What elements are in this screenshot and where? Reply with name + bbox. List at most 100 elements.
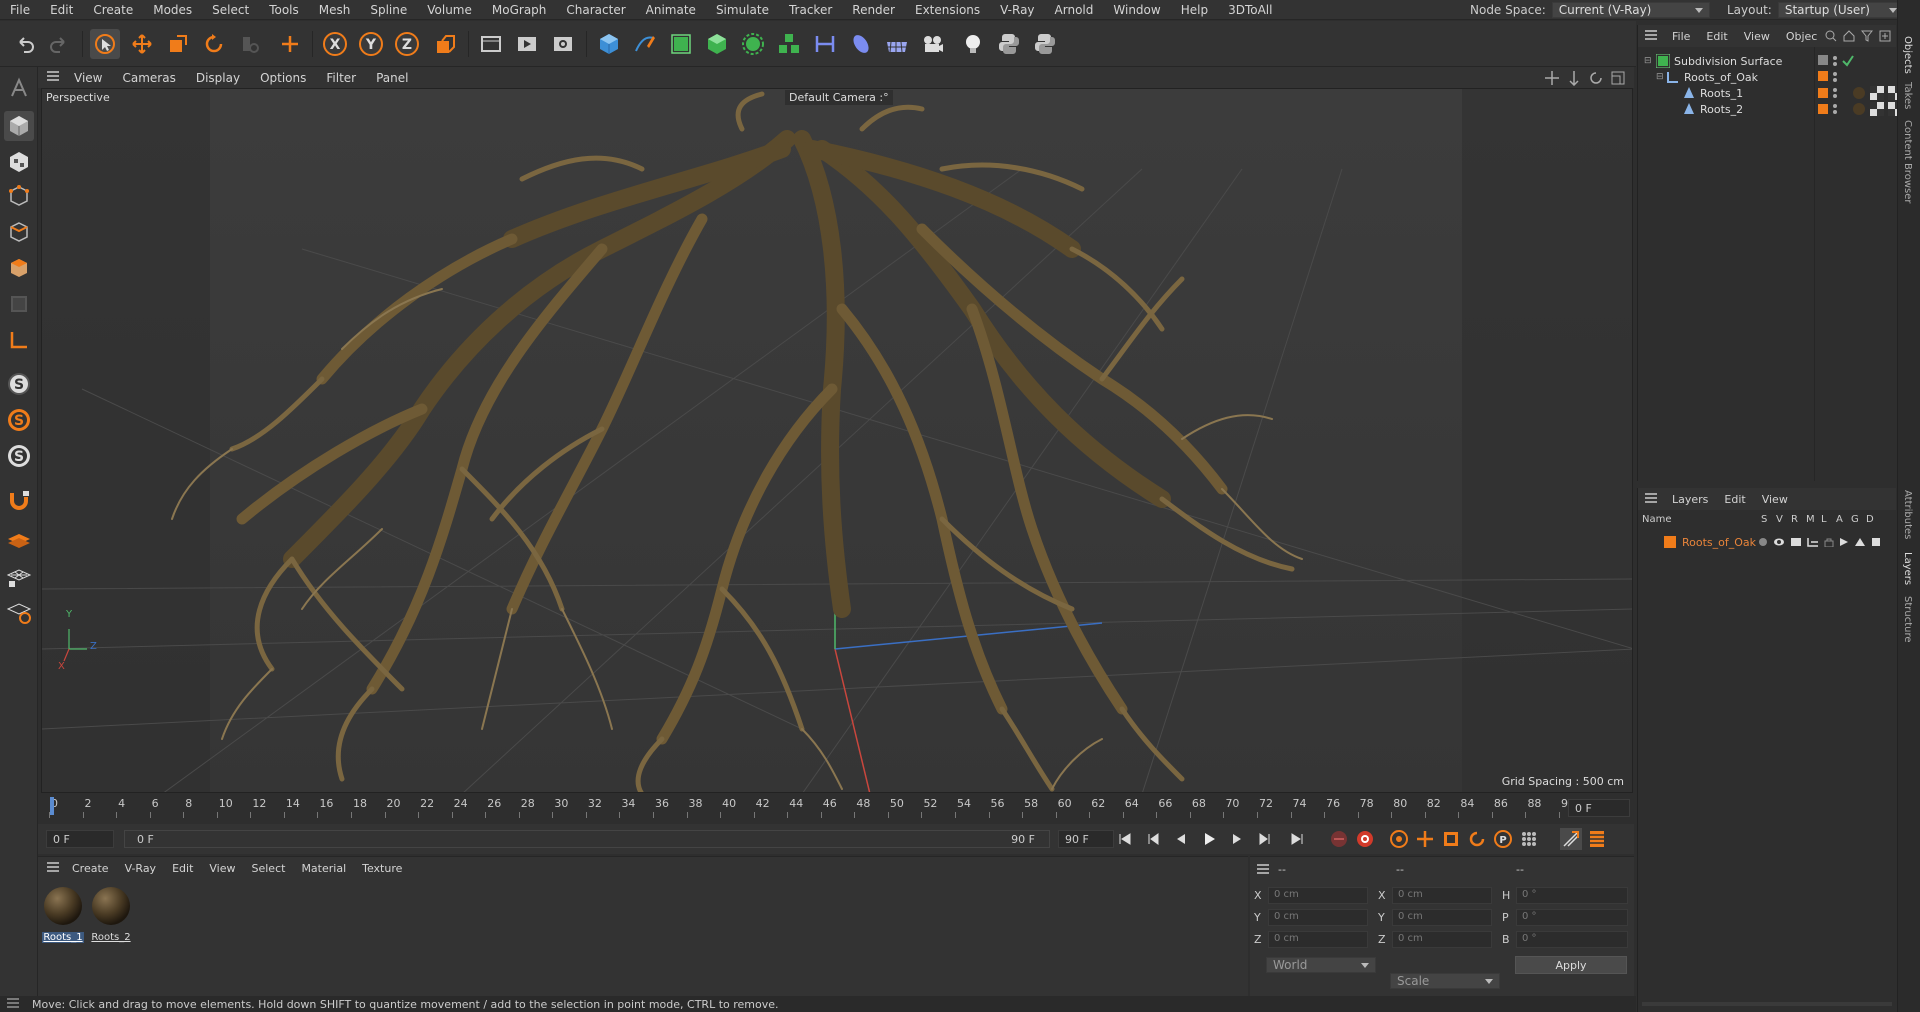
start-frame-field[interactable]: 0 F	[46, 830, 114, 848]
next-frame-icon[interactable]	[1226, 828, 1248, 850]
workplane-snap-icon[interactable]: S	[4, 441, 34, 471]
status-menu-icon[interactable]	[6, 997, 20, 1011]
lock-icon[interactable]	[1824, 537, 1834, 547]
texture-mode-icon[interactable]	[4, 147, 34, 177]
menu-vray[interactable]: V-Ray	[990, 3, 1044, 17]
menu-create[interactable]: Create	[83, 3, 143, 17]
coord-mode-dropdown[interactable]: Scale	[1390, 973, 1500, 989]
cloner-icon[interactable]	[738, 29, 768, 59]
layout-dropdown[interactable]: Startup (User)	[1777, 2, 1904, 18]
floor-icon[interactable]	[882, 29, 912, 59]
material-menu-create[interactable]: Create	[64, 862, 117, 875]
home-icon[interactable]	[1843, 30, 1855, 42]
camera-label[interactable]: Default Camera :°	[785, 90, 893, 105]
visibility-dots-icon[interactable]	[1832, 103, 1838, 115]
record-keys-icon[interactable]	[1328, 828, 1350, 850]
extrude-icon[interactable]	[702, 29, 732, 59]
go-to-start-icon[interactable]	[1114, 828, 1136, 850]
x-axis-lock-icon[interactable]: X	[320, 29, 350, 59]
filter-icon[interactable]	[1861, 30, 1874, 42]
animation-icon[interactable]	[1839, 537, 1849, 547]
key-parameter-icon[interactable]: P	[1492, 828, 1514, 850]
object-menu-file[interactable]: File	[1664, 30, 1698, 43]
frame-range-slider[interactable]: 0 F 90 F	[124, 830, 1050, 848]
cube-primitive-icon[interactable]	[594, 29, 624, 59]
coordinate-system-icon[interactable]	[430, 29, 460, 59]
menu-spline[interactable]: Spline	[360, 3, 417, 17]
menu-character[interactable]: Character	[556, 3, 635, 17]
material-tag-icon[interactable]	[1852, 86, 1866, 100]
object-menu-icon[interactable]	[1644, 29, 1658, 44]
y-axis-lock-icon[interactable]: Y	[356, 29, 386, 59]
tab-structure[interactable]: Structure	[1902, 596, 1913, 643]
menu-file[interactable]: File	[0, 3, 40, 17]
material-menu-icon[interactable]	[46, 861, 60, 876]
z-axis-lock-icon[interactable]: Z	[392, 29, 422, 59]
mograph-icon[interactable]	[774, 29, 804, 59]
layer-col-locked[interactable]: L	[1821, 514, 1827, 525]
viewport-menu-filter[interactable]: Filter	[316, 71, 366, 85]
workplane-icon[interactable]	[4, 525, 34, 555]
menu-animate[interactable]: Animate	[636, 3, 706, 17]
search-icon[interactable]	[1825, 30, 1837, 42]
model-mode-icon[interactable]	[4, 111, 34, 141]
menu-tracker[interactable]: Tracker	[779, 3, 842, 17]
visibility-dots-icon[interactable]	[1832, 55, 1838, 67]
prev-frame-icon[interactable]	[1170, 828, 1192, 850]
redo-icon[interactable]	[44, 29, 74, 59]
polygon-mode-icon[interactable]	[4, 253, 34, 283]
perspective-viewport[interactable]: Perspective Default Camera :° Grid Spaci…	[41, 88, 1633, 793]
menu-window[interactable]: Window	[1103, 3, 1170, 17]
uvw-tag-icon[interactable]	[1870, 102, 1884, 116]
viewport-menu-icon[interactable]	[46, 70, 60, 85]
solo-dot-icon[interactable]	[1758, 537, 1768, 547]
menu-mograph[interactable]: MoGraph	[482, 3, 557, 17]
keyframe-selection-icon[interactable]	[1388, 828, 1410, 850]
coord-pos-x-field[interactable]: 0 cm	[1268, 887, 1368, 904]
tab-content-browser[interactable]: Content Browser	[1902, 120, 1913, 203]
render-icon[interactable]	[1790, 537, 1802, 547]
material-menu-texture[interactable]: Texture	[354, 862, 410, 875]
menu-3dtoall[interactable]: 3DToAll	[1218, 3, 1282, 17]
layer-menu-view[interactable]: View	[1754, 493, 1796, 506]
tab-objects[interactable]: Objects	[1902, 36, 1913, 74]
generator-icon[interactable]	[1854, 537, 1866, 547]
tab-attributes[interactable]: Attributes	[1902, 490, 1913, 539]
coord-rot-h-field[interactable]: 0 °	[1516, 887, 1628, 904]
menu-volume[interactable]: Volume	[417, 3, 482, 17]
tab-layers[interactable]: Layers	[1902, 552, 1913, 585]
undo-icon[interactable]	[10, 29, 40, 59]
object-row-roots-2[interactable]: Roots_2	[1638, 99, 1918, 119]
snap-settings-icon[interactable]: S	[4, 405, 34, 435]
material-roots-1[interactable]: Roots_1	[42, 885, 84, 943]
tree-collapse-icon[interactable]: ⊟	[1656, 72, 1666, 82]
locked-workplane-icon[interactable]	[4, 561, 34, 591]
layer-col-generators[interactable]: G	[1851, 514, 1859, 525]
next-key-icon[interactable]	[1254, 828, 1276, 850]
timeline-layout-icon[interactable]	[1586, 828, 1608, 850]
coord-size-z-field[interactable]: 0 cm	[1392, 931, 1492, 948]
menu-tools[interactable]: Tools	[259, 3, 309, 17]
layer-col-deformers[interactable]: D	[1866, 514, 1874, 525]
pen-spline-icon[interactable]	[630, 29, 660, 59]
key-rotation-icon[interactable]	[1466, 828, 1488, 850]
magnet-icon[interactable]	[4, 485, 34, 515]
key-position-icon[interactable]	[1414, 828, 1436, 850]
object-menu-view[interactable]: View	[1736, 30, 1778, 43]
viewport-menu-options[interactable]: Options	[250, 71, 316, 85]
camera-icon[interactable]	[918, 29, 948, 59]
render-region-icon[interactable]	[476, 29, 506, 59]
render-settings-icon[interactable]	[548, 29, 578, 59]
zoom-view-icon[interactable]	[1566, 70, 1582, 86]
menu-edit[interactable]: Edit	[40, 3, 83, 17]
render-view-icon[interactable]	[512, 29, 542, 59]
subdivision-surface-icon[interactable]	[666, 29, 696, 59]
point-mode-icon[interactable]	[4, 181, 34, 211]
menu-mesh[interactable]: Mesh	[309, 3, 361, 17]
end-frame-field[interactable]: 90 F	[1058, 830, 1114, 848]
prev-key-icon[interactable]	[1142, 828, 1164, 850]
menu-modes[interactable]: Modes	[143, 3, 202, 17]
material-tag-icon[interactable]	[1852, 102, 1866, 116]
tab-takes[interactable]: Takes	[1902, 82, 1913, 109]
field-icon[interactable]	[846, 29, 876, 59]
